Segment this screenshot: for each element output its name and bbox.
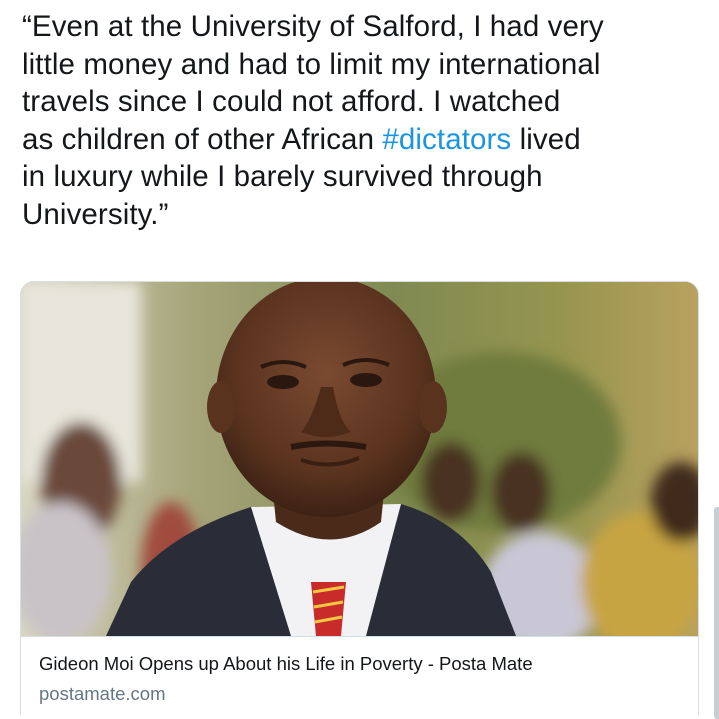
hashtag-link[interactable]: #dictators (382, 123, 511, 156)
tweet-line: as children of other African #dictators … (22, 121, 692, 159)
link-preview-card[interactable]: Gideon Moi Opens up About his Life in Po… (20, 281, 699, 715)
card-title[interactable]: Gideon Moi Opens up About his Life in Po… (39, 653, 533, 675)
tweet-line: in luxury while I barely survived throug… (22, 160, 543, 193)
tweet-line: little money and had to limit my interna… (22, 47, 601, 81)
tweet-text: “Even at the University of Salford, I ha… (22, 8, 692, 233)
card-image[interactable] (21, 282, 698, 636)
scroll-edge-indicator (714, 507, 719, 719)
tweet-line: travels since I could not afford. I watc… (22, 85, 561, 118)
tweet-line: “Even at the University of Salford, I ha… (22, 10, 604, 43)
tweet-line-segment: as children of other African (22, 122, 383, 156)
card-meta[interactable]: Gideon Moi Opens up About his Life in Po… (21, 636, 698, 715)
man-in-suit-photo (21, 282, 698, 636)
card-domain: postamate.com (39, 683, 166, 704)
tweet-line: University.” (22, 197, 169, 231)
tweet-line-segment: lived (511, 122, 581, 156)
